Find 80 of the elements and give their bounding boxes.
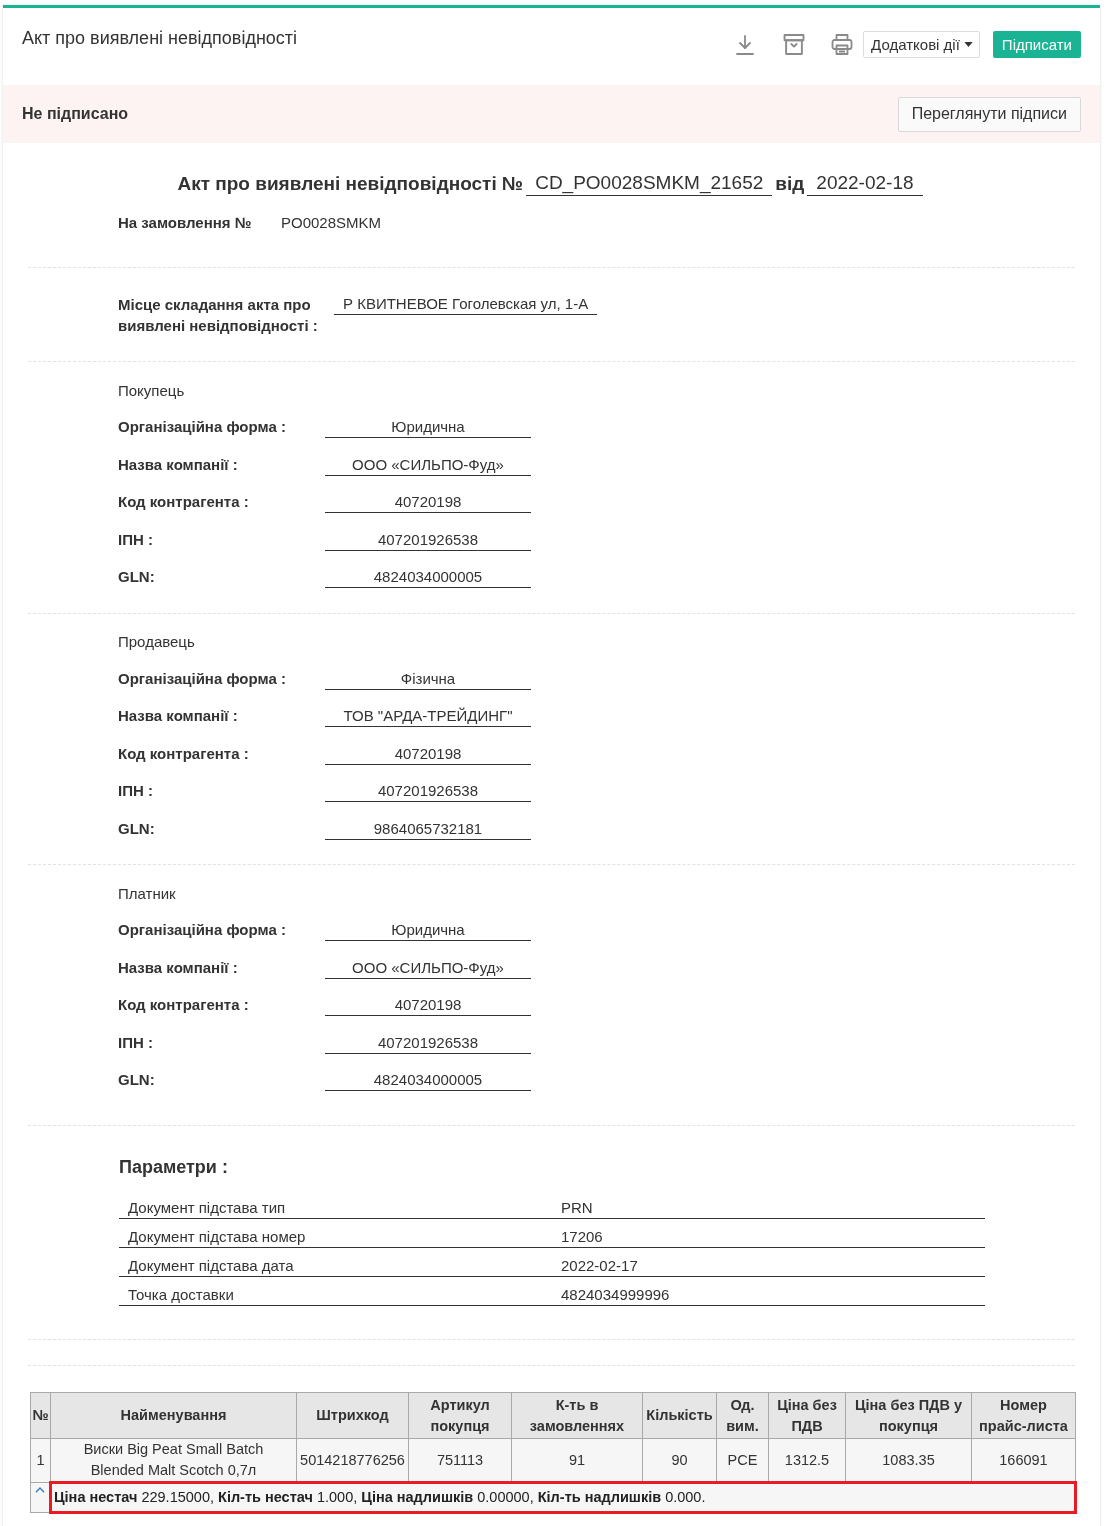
field-value: 4824034000005	[325, 1070, 531, 1091]
field-value: 40720198	[325, 492, 531, 513]
column-header: Номер прайс-листа	[971, 1392, 1076, 1439]
parameters-heading: Параметри :	[119, 1156, 229, 1179]
field-label: Код контрагента :	[118, 743, 250, 764]
order-number: PO0028SMKM	[281, 213, 382, 233]
table-cell: PCE	[716, 1438, 769, 1483]
table-cell: 166091	[971, 1438, 1076, 1483]
party-heading: Продавець	[118, 632, 196, 652]
field-value: ООО «СИЛЬПО-Фуд»	[325, 957, 531, 979]
printer-icon[interactable]	[831, 34, 854, 55]
field-value: ТОВ "АРДА-ТРЕЙДИНГ"	[325, 706, 531, 727]
field-label: Організаційна форма :	[118, 668, 287, 689]
column-header: Ціна без ПДВ	[768, 1392, 846, 1439]
field-label: ІПН :	[118, 1032, 154, 1053]
field-label: Назва компанії :	[118, 454, 239, 475]
field-value: 40720198	[325, 995, 531, 1016]
field-label: Код контрагента :	[118, 995, 250, 1015]
field-value: Юридична	[325, 920, 531, 941]
parameter-name: Документ підстава тип	[119, 1190, 552, 1219]
parameter-name: Документ підстава номер	[119, 1218, 552, 1248]
document-number-field: CD_PO0028SMKM_21652	[526, 171, 773, 196]
column-header: №	[30, 1392, 51, 1439]
field-value: 407201926538	[325, 781, 531, 802]
column-header: Артикул покупця	[408, 1392, 512, 1439]
field-label: ІПН :	[118, 781, 154, 801]
field-value: 407201926538	[325, 1032, 531, 1054]
table-cell: 1	[30, 1438, 51, 1483]
archive-box-icon[interactable]	[783, 34, 806, 55]
chevron-up-icon[interactable]	[35, 1487, 45, 1493]
field-label: Організаційна форма :	[118, 920, 287, 940]
parameter-name: Точка доставки	[119, 1276, 552, 1306]
parameter-value: 4824034999996	[552, 1276, 985, 1306]
column-header: Найменування	[50, 1392, 297, 1439]
field-label: Організаційна форма :	[118, 417, 287, 437]
table-cell: 751113	[408, 1438, 512, 1483]
parameter-value: 17206	[552, 1218, 985, 1248]
column-header: К-ть в замовленнях	[511, 1392, 643, 1439]
signature-status: Не підписано	[22, 105, 129, 123]
party-heading: Покупець	[118, 380, 186, 401]
table-cell: 91	[511, 1438, 643, 1483]
field-value: Юридична	[325, 417, 531, 438]
place-label: Місце складання акта про виявлені невідповідності :	[118, 295, 319, 336]
caret-down-icon	[963, 42, 973, 47]
parameter-value: 2022-02-17	[552, 1247, 985, 1277]
document-title: Акт про виявлені невідповідності №	[177, 172, 524, 196]
download-icon[interactable]	[736, 34, 755, 55]
date-label: від	[775, 172, 805, 196]
parameter-name: Документ підстава дата	[119, 1247, 552, 1277]
column-header: Кількість	[642, 1392, 717, 1439]
view-signatures-button[interactable]: Переглянути підписи	[897, 96, 1081, 132]
document-date-field: 2022-02-18	[807, 171, 923, 196]
field-value: 4824034000005	[325, 567, 531, 588]
field-label: Назва компанії :	[118, 706, 239, 726]
order-label: На замовлення №	[118, 213, 253, 233]
party-heading: Платник	[118, 883, 177, 904]
field-value: 407201926538	[325, 529, 531, 551]
column-header: Од. вим.	[716, 1392, 769, 1439]
field-value: Фізична	[325, 668, 531, 690]
field-value: 40720198	[325, 743, 531, 765]
row-summary: Ціна нестач 229.15000, Кіл-ть нестач 1.000, Ціна надлишків 0.00000, Кіл-ть надлишків 0.000.	[50, 1482, 1076, 1513]
field-label: GLN:	[118, 818, 156, 839]
column-header: Ціна без ПДВ у покупця	[845, 1392, 972, 1439]
field-value: ООО «СИЛЬПО-Фуд»	[325, 454, 531, 476]
table-cell: Виски Big Peat Small Batch Blended Malt Scotch 0,7л	[50, 1438, 297, 1483]
column-header: Штрихкод	[296, 1392, 409, 1439]
field-label: ІПН :	[118, 529, 154, 550]
field-label: GLN:	[118, 567, 156, 587]
field-label: GLN:	[118, 1070, 156, 1090]
place-field: Р КВИТНЕВОЕ Гоголевская ул, 1-А	[334, 294, 598, 315]
field-label: Код контрагента :	[118, 492, 250, 512]
more-actions-dropdown[interactable]: Додаткові дії	[863, 31, 980, 58]
table-cell: 1312.5	[768, 1438, 846, 1483]
table-cell: 5014218776256	[296, 1438, 409, 1483]
table-cell: 1083.35	[845, 1438, 972, 1483]
field-label: Назва компанії :	[118, 957, 239, 978]
table-cell: 90	[642, 1438, 717, 1483]
parameter-value: PRN	[552, 1190, 985, 1219]
page-title: Акт про виявлені невідповідності	[22, 28, 298, 48]
field-value: 9864065732181	[325, 818, 531, 840]
